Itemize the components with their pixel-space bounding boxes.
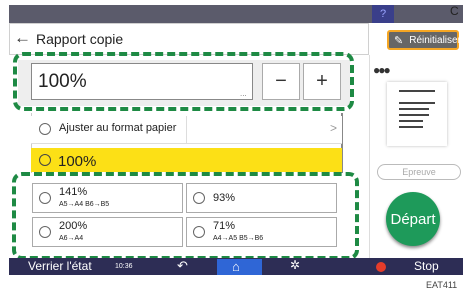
- selected-radio[interactable]: [39, 154, 51, 166]
- multi-dot-icon: ●●●: [373, 63, 391, 77]
- help-button[interactable]: ?: [372, 5, 394, 23]
- gear-icon[interactable]: ✲: [290, 258, 300, 272]
- page-preview: [387, 82, 447, 146]
- divider: [186, 116, 187, 144]
- fit-label: Ajuster au format papier: [59, 122, 177, 134]
- figure-caption: EAT411: [426, 280, 458, 290]
- stop-icon: [376, 262, 386, 272]
- question-icon: ?: [379, 8, 387, 20]
- reset-button[interactable]: ✎ Réinitialiser: [387, 30, 461, 50]
- chevron-right-icon[interactable]: >: [330, 121, 337, 135]
- reset-label: Réinitialiser: [409, 34, 461, 46]
- corner-glyph: C: [450, 4, 459, 18]
- undo-icon[interactable]: ↶: [177, 258, 188, 274]
- highlight-ratio-frame: [13, 52, 354, 111]
- clock-text: 10:36: [115, 263, 133, 270]
- back-arrow-icon[interactable]: ←: [14, 28, 31, 48]
- stop-label: Stop: [414, 259, 439, 273]
- bottom-left-text[interactable]: Verrier l'état: [28, 259, 92, 273]
- status-bar: [9, 5, 463, 23]
- fit-radio[interactable]: [39, 123, 51, 135]
- page-title: Rapport copie: [36, 31, 124, 47]
- home-icon: ⌂: [232, 259, 240, 274]
- start-button[interactable]: Départ: [386, 192, 440, 246]
- selected-label: 100%: [58, 153, 97, 170]
- highlight-presets-frame: [12, 172, 359, 260]
- eraser-icon: ✎: [394, 34, 404, 47]
- proof-button[interactable]: Epreuve: [377, 164, 461, 180]
